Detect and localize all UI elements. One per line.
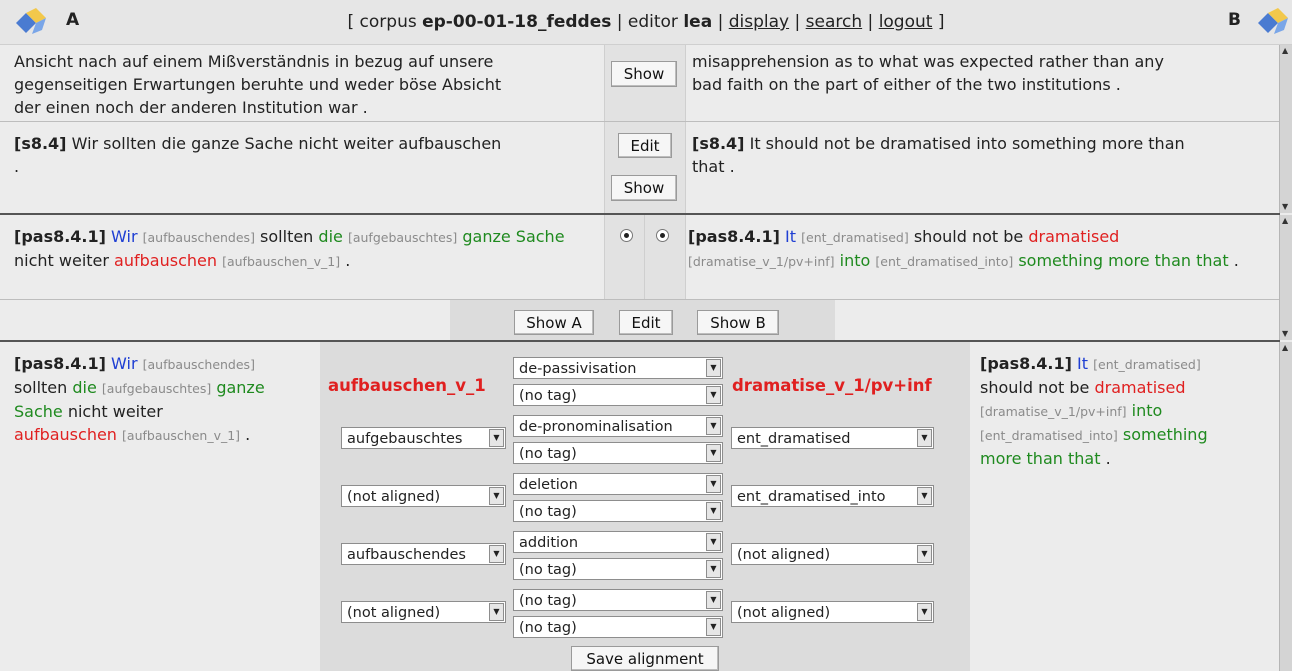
- dropdown-arrow-icon: ▼: [706, 417, 721, 435]
- argument-a-select[interactable]: aufbauschendes ▼: [341, 543, 506, 565]
- top-bar: A [ corpus ep-00-01-18_feddes | editor l…: [0, 0, 1292, 45]
- dropdown-arrow-icon: ▼: [917, 603, 932, 621]
- dropdown-arrow-icon: ▼: [489, 545, 504, 563]
- dropdown-arrow-icon: ▼: [917, 487, 932, 505]
- align-pas-a: [pas8.4.1] Wir [aufbauschendes] sollten …: [14, 354, 265, 444]
- pas-panel: [pas8.4.1] Wir [aufbauschendes] sollten …: [0, 215, 1280, 340]
- editor-name: lea: [683, 12, 713, 32]
- prev-sentence-b: misapprehension as to what was expected …: [692, 52, 1164, 94]
- dropdown-arrow-icon: ▼: [489, 603, 504, 621]
- operation-select[interactable]: deletion ▼: [513, 473, 723, 495]
- show-b-button[interactable]: Show B: [697, 310, 779, 335]
- edit-button[interactable]: Edit: [619, 310, 673, 335]
- scroll-down-icon[interactable]: ▼: [1282, 330, 1290, 338]
- argument-a-select[interactable]: aufgebauschtes ▼: [341, 427, 506, 449]
- dropdown-arrow-icon: ▼: [706, 359, 721, 377]
- header-nav: [ corpus ep-00-01-18_feddes | editor lea…: [347, 12, 945, 32]
- dropdown-arrow-icon: ▼: [706, 475, 721, 493]
- prev-sentence-a: Ansicht nach auf einem Mißverständnis in…: [14, 52, 502, 117]
- argument-b-select[interactable]: (not aligned) ▼: [731, 601, 934, 623]
- save-alignment-button[interactable]: Save alignment: [571, 646, 719, 671]
- sentence-panel: Ansicht nach auf einem Mißverständnis in…: [0, 45, 1280, 213]
- operation-select[interactable]: (no tag) ▼: [513, 589, 723, 611]
- pas-b: [pas8.4.1] It [ent_dramatised] should no…: [688, 227, 1239, 270]
- tag-select[interactable]: (no tag) ▼: [513, 558, 723, 580]
- dropdown-arrow-icon: ▼: [706, 618, 721, 636]
- edit-button[interactable]: Edit: [618, 133, 672, 158]
- tag-select[interactable]: (no tag) ▼: [513, 442, 723, 464]
- predicate-a: aufbauschen_v_1: [328, 376, 486, 395]
- show-button[interactable]: Show: [611, 175, 677, 201]
- tag-select[interactable]: (no tag) ▼: [513, 616, 723, 638]
- align-pas-b: [pas8.4.1] It [ent_dramatised] should no…: [980, 354, 1208, 468]
- display-link[interactable]: display: [729, 12, 789, 32]
- scrollbar[interactable]: ▲ ▼: [1279, 45, 1292, 213]
- alignment-panel: [pas8.4.1] Wir [aufbauschendes] sollten …: [0, 342, 1280, 671]
- operation-select[interactable]: addition ▼: [513, 531, 723, 553]
- dropdown-arrow-icon: ▼: [706, 444, 721, 462]
- logout-link[interactable]: logout: [879, 12, 933, 32]
- predicate-b: dramatise_v_1/pv+inf: [732, 376, 932, 395]
- dropdown-arrow-icon: ▼: [706, 386, 721, 404]
- sentence-a: [s8.4] Wir sollten die ganze Sache nicht…: [14, 134, 502, 176]
- operation-select[interactable]: de-pronominalisation ▼: [513, 415, 723, 437]
- argument-a-select[interactable]: (not aligned) ▼: [341, 601, 506, 623]
- scroll-up-icon[interactable]: ▲: [1282, 217, 1290, 225]
- dropdown-arrow-icon: ▼: [706, 560, 721, 578]
- argument-a-select[interactable]: (not aligned) ▼: [341, 485, 506, 507]
- show-a-button[interactable]: Show A: [514, 310, 594, 335]
- sentence-b: [s8.4] It should not be dramatised into …: [692, 134, 1185, 176]
- dropdown-arrow-icon: ▼: [917, 429, 932, 447]
- sentence-id: [s8.4]: [692, 134, 745, 153]
- show-button[interactable]: Show: [611, 61, 677, 87]
- argument-b-select[interactable]: (not aligned) ▼: [731, 543, 934, 565]
- pencil-logo-icon: [1258, 8, 1288, 34]
- dropdown-arrow-icon: ▼: [706, 591, 721, 609]
- dropdown-arrow-icon: ▼: [917, 545, 932, 563]
- tag-select[interactable]: (no tag) ▼: [513, 384, 723, 406]
- radio-select-a[interactable]: [620, 229, 633, 242]
- argument-b-select[interactable]: ent_dramatised ▼: [731, 427, 934, 449]
- operation-select[interactable]: de-passivisation ▼: [513, 357, 723, 379]
- argument-b-select[interactable]: ent_dramatised_into ▼: [731, 485, 934, 507]
- scrollbar[interactable]: ▲ ▼: [1279, 215, 1292, 340]
- scrollbar[interactable]: ▲: [1279, 342, 1292, 671]
- scroll-down-icon[interactable]: ▼: [1282, 203, 1290, 211]
- pas-a: [pas8.4.1] Wir [aufbauschendes] sollten …: [14, 227, 565, 270]
- radio-select-b[interactable]: [656, 229, 669, 242]
- dropdown-arrow-icon: ▼: [706, 533, 721, 551]
- tag-select[interactable]: (no tag) ▼: [513, 500, 723, 522]
- scroll-up-icon[interactable]: ▲: [1282, 344, 1290, 352]
- search-link[interactable]: search: [806, 12, 862, 32]
- dropdown-arrow-icon: ▼: [489, 429, 504, 447]
- scroll-up-icon[interactable]: ▲: [1282, 47, 1290, 55]
- side-b-label: B: [1228, 10, 1241, 30]
- dropdown-arrow-icon: ▼: [489, 487, 504, 505]
- dropdown-arrow-icon: ▼: [706, 502, 721, 520]
- sentence-id: [s8.4]: [14, 134, 67, 153]
- corpus-name: ep-00-01-18_feddes: [422, 12, 612, 32]
